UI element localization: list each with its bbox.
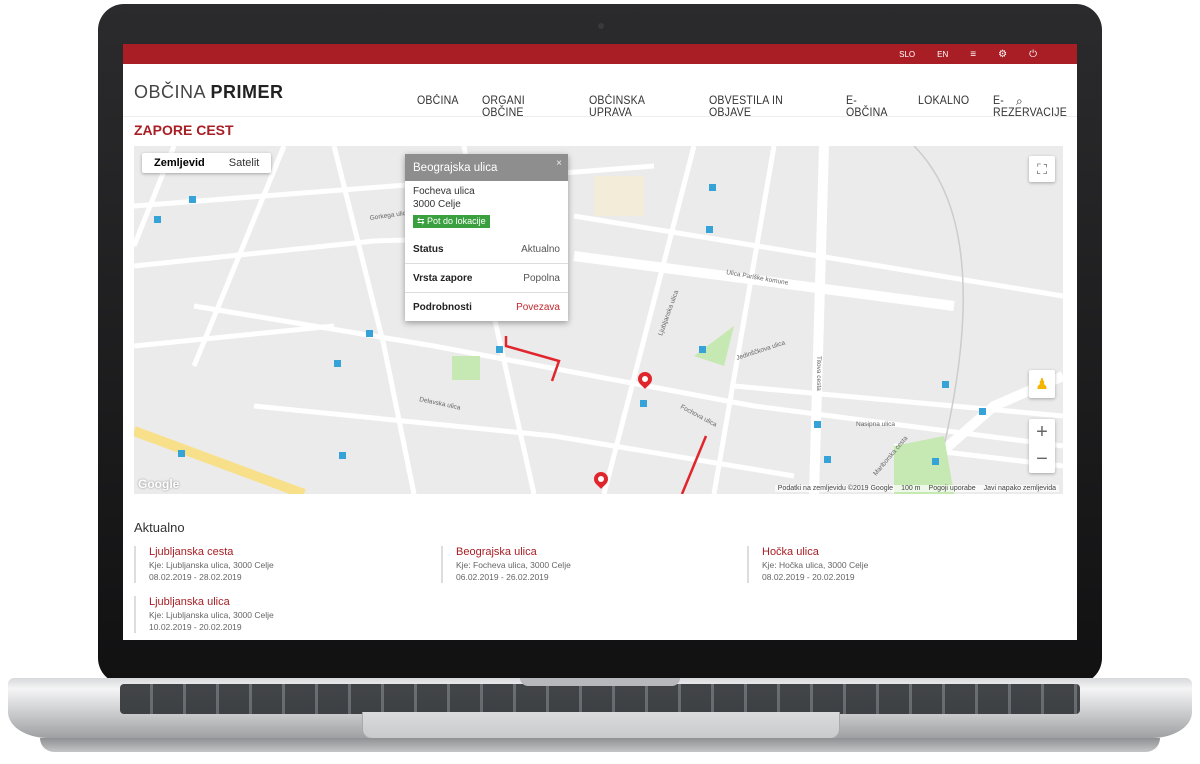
menu-icon[interactable]: ≡: [970, 49, 976, 60]
map-background: Ljubljanska ulica Ulica Pariške komune T…: [134, 146, 1063, 494]
top-bar: SLO EN ≡ ⚙ ⏻: [123, 44, 1077, 64]
map-type-map-button[interactable]: Zemljevid: [142, 153, 217, 173]
main-nav: OBČINA ORGANI OBČINE OBČINSKA UPRAVA OBV…: [417, 95, 1077, 119]
closure-location: Kje: Focheva ulica, 3000 Celje: [456, 560, 571, 570]
info-window-title: Beograjska ulica: [413, 161, 498, 174]
site-header: OBČINA PRIMER OBČINA ORGANI OBČINE OBČIN…: [123, 64, 1077, 119]
closure-dates: 10.02.2019 - 20.02.2019: [149, 622, 242, 632]
info-window-address: Focheva ulica 3000 Celje: [405, 181, 568, 211]
keyboard: [120, 684, 1080, 714]
closure-list-item[interactable]: Ljubljanska cesta Kje: Ljubljanska ulica…: [134, 546, 439, 583]
svg-text:Ljubljanska ulica: Ljubljanska ulica: [657, 289, 680, 337]
details-link[interactable]: Povezava: [516, 302, 560, 313]
camera: [598, 23, 604, 29]
info-row-details: Podrobnosti Povezava: [413, 301, 560, 313]
nav-item-obvestila[interactable]: OBVESTILA IN OBJAVE: [709, 95, 817, 119]
nav-item-obcinska-uprava[interactable]: OBČINSKA UPRAVA: [589, 95, 681, 119]
closure-list-item[interactable]: Hočka ulica Kje: Hočka ulica, 3000 Celje…: [747, 546, 1052, 583]
site-logo[interactable]: OBČINA PRIMER: [134, 82, 284, 103]
closure-dates: 08.02.2019 - 20.02.2019: [762, 572, 855, 582]
svg-text:Fochova ulica: Fochova ulica: [679, 404, 718, 429]
zoom-control: + −: [1029, 419, 1055, 473]
address-line-1: Focheva ulica: [413, 186, 475, 197]
closure-name[interactable]: Beograjska ulica: [456, 546, 746, 559]
gear-icon[interactable]: ⚙: [998, 49, 1007, 60]
closure-name[interactable]: Hočka ulica: [762, 546, 1052, 559]
info-row-status: Status Aktualno: [405, 235, 568, 264]
closure-list-item[interactable]: Beograjska ulica Kje: Focheva ulica, 300…: [441, 546, 746, 583]
street-view-pegman-icon[interactable]: ♟: [1029, 370, 1055, 398]
lang-en-link[interactable]: EN: [937, 50, 948, 59]
closure-name[interactable]: Ljubljanska cesta: [149, 546, 439, 559]
lang-slo-link[interactable]: SLO: [899, 50, 915, 59]
screen: SLO EN ≡ ⚙ ⏻ OBČINA PRIMER OBČINA ORGANI…: [123, 44, 1077, 640]
closure-location: Kje: Ljubljanska ulica, 3000 Celje: [149, 610, 274, 620]
nav-item-e-rezervacije[interactable]: E-REZERVACIJE: [993, 95, 1070, 119]
report-error-link[interactable]: Javi napako zemljevida: [984, 485, 1056, 492]
power-icon[interactable]: ⏻: [1029, 49, 1037, 60]
closure-name[interactable]: Ljubljanska ulica: [149, 596, 439, 609]
fullscreen-icon[interactable]: ⛶: [1029, 156, 1055, 182]
terms-link[interactable]: Pogoji uporabe: [929, 485, 976, 492]
address-line-2: 3000 Celje: [413, 199, 461, 210]
nav-item-obcina[interactable]: OBČINA: [417, 95, 459, 119]
map-info-window: Beograjska ulica × Focheva ulica 3000 Ce…: [405, 154, 568, 321]
close-icon[interactable]: ×: [556, 158, 562, 169]
touchpad: [362, 712, 840, 739]
svg-text:Titova cesta: Titova cesta: [815, 356, 822, 391]
zoom-out-button[interactable]: −: [1029, 446, 1055, 473]
map-attribution: Podatki na zemljevidu ©2019 Google 100 m…: [774, 485, 1059, 492]
svg-text:Delavska ulica: Delavska ulica: [419, 396, 462, 412]
svg-text:Nasipna ulica: Nasipna ulica: [856, 421, 895, 428]
zoom-in-button[interactable]: +: [1029, 419, 1055, 446]
nav-item-organi-obcine[interactable]: ORGANI OBČINE: [482, 95, 561, 119]
map[interactable]: Ljubljanska ulica Ulica Pariške komune T…: [134, 146, 1063, 494]
closure-list-item[interactable]: Ljubljanska ulica Kje: Ljubljanska ulica…: [134, 596, 439, 633]
svg-text:Jedinščkova ulica: Jedinščkova ulica: [735, 339, 786, 362]
map-type-switch: Zemljevid Satelit: [142, 153, 272, 173]
lid-notch: [520, 678, 680, 686]
google-logo: Google: [138, 477, 180, 491]
closure-dates: 06.02.2019 - 26.02.2019: [456, 572, 549, 582]
section-title-current: Aktualno: [134, 520, 185, 535]
closure-dates: 08.02.2019 - 28.02.2019: [149, 572, 242, 582]
route-button-label: Pot do lokacije: [427, 216, 486, 226]
map-scale: 100 m: [901, 485, 921, 492]
info-row-type: Vrsta zapore Popolna: [405, 264, 568, 293]
laptop-foot: [40, 738, 1160, 752]
page-title: ZAPORE CEST: [134, 122, 234, 138]
nav-item-lokalno[interactable]: LOKALNO: [918, 95, 969, 119]
closure-location: Kje: Ljubljanska ulica, 3000 Celje: [149, 560, 274, 570]
nav-item-e-obcina[interactable]: E-OBČINA: [846, 95, 894, 119]
info-window-header: Beograjska ulica ×: [405, 154, 568, 181]
route-button[interactable]: ⇆ Pot do lokacije: [413, 215, 490, 228]
map-type-satellite-button[interactable]: Satelit: [217, 153, 272, 173]
search-icon[interactable]: ⌕: [1016, 94, 1023, 109]
closure-location: Kje: Hočka ulica, 3000 Celje: [762, 560, 869, 570]
